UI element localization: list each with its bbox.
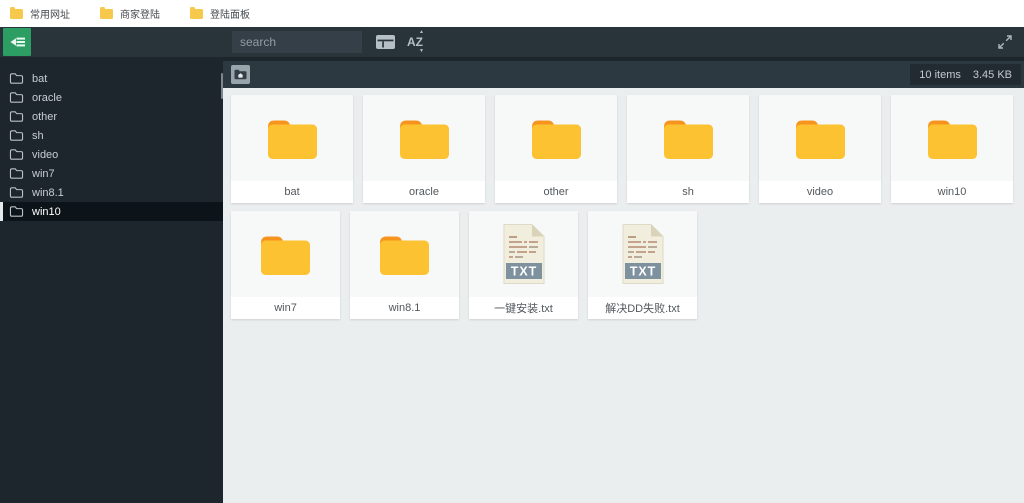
sidebar-item-win7[interactable]: win7 bbox=[0, 164, 223, 183]
sidebar-item-other[interactable]: other bbox=[0, 107, 223, 126]
file-card-icon-area: TXT bbox=[495, 95, 617, 181]
sidebar-item-label: oracle bbox=[32, 91, 62, 104]
home-button[interactable] bbox=[231, 65, 250, 84]
sidebar-item-label: win10 bbox=[32, 205, 61, 218]
folder-outline-icon bbox=[9, 72, 24, 85]
sidebar-item-sh[interactable]: sh bbox=[0, 126, 223, 145]
folder-icon bbox=[924, 116, 981, 160]
search-input[interactable] bbox=[232, 31, 362, 53]
folder-outline-icon bbox=[9, 129, 24, 142]
sort-button[interactable]: AZ ▲ ▼ bbox=[402, 27, 428, 57]
sidebar-item-label: win8.1 bbox=[32, 186, 64, 199]
sidebar-item-oracle[interactable]: oracle bbox=[0, 88, 223, 107]
toggle-sidebar-button[interactable] bbox=[3, 28, 31, 56]
bookmarks-bar: 常用网址 商家登陆 登陆面板 bbox=[0, 0, 1024, 27]
file-card-icon-area: TXT bbox=[350, 211, 459, 297]
bookmark-folder-icon bbox=[100, 6, 113, 19]
sidebar-item-video[interactable]: video bbox=[0, 145, 223, 164]
content-area: 10 items 3.45 KB bat oracle other sh vid… bbox=[223, 57, 1024, 503]
sidebar-item-win8.1[interactable]: win8.1 bbox=[0, 183, 223, 202]
folder-outline-icon bbox=[9, 167, 24, 180]
sidebar-item-bat[interactable]: bat bbox=[0, 69, 223, 88]
file-card-icon-area: TXT bbox=[588, 211, 697, 297]
file-card-label: oracle bbox=[363, 181, 485, 203]
file-card-sh[interactable]: TXT sh bbox=[627, 95, 749, 203]
folder-outline-icon bbox=[9, 91, 24, 104]
file-card-icon-area: TXT bbox=[891, 95, 1013, 181]
file-card-label: win10 bbox=[891, 181, 1013, 203]
sidebar-tree: bat oracle other sh video win7 win8.1 wi… bbox=[0, 57, 223, 503]
file-grid: TXT bat bbox=[223, 88, 1024, 503]
folder-icon bbox=[528, 116, 585, 160]
file-card-icon-area: TXT bbox=[231, 95, 353, 181]
txt-file-icon: TXT bbox=[499, 223, 549, 285]
bookmark-label: 常用网址 bbox=[30, 10, 70, 21]
sidebar-item-label: sh bbox=[32, 129, 44, 142]
svg-text:TXT: TXT bbox=[629, 265, 656, 279]
file-card-bat[interactable]: TXT bat bbox=[231, 95, 353, 203]
items-count: 10 items bbox=[919, 68, 961, 81]
file-card-icon-area: TXT bbox=[627, 95, 749, 181]
file-card-win7[interactable]: TXT win7 bbox=[231, 211, 340, 319]
bookmark-folder-icon bbox=[10, 6, 23, 19]
file-card-label: other bbox=[495, 181, 617, 203]
svg-text:TXT: TXT bbox=[510, 265, 537, 279]
bookmark-label: 商家登陆 bbox=[120, 10, 160, 21]
folder-icon bbox=[376, 232, 433, 276]
collapse-sidebar-icon bbox=[9, 35, 26, 49]
bookmark-item-登陆面板[interactable]: 登陆面板 bbox=[190, 6, 250, 21]
file-card-other[interactable]: TXT other bbox=[495, 95, 617, 203]
bookmark-folder-icon bbox=[190, 6, 203, 19]
sort-az-icon: AZ ▲ ▼ bbox=[407, 29, 424, 54]
file-card-icon-area: TXT bbox=[469, 211, 578, 297]
file-card-label: 解决DD失败.txt bbox=[588, 297, 697, 319]
sidebar-item-label: bat bbox=[32, 72, 48, 85]
file-card-win10[interactable]: TXT win10 bbox=[891, 95, 1013, 203]
sidebar-item-win10[interactable]: win10 bbox=[0, 202, 223, 221]
txt-file-icon: TXT bbox=[618, 223, 668, 285]
folder-icon bbox=[792, 116, 849, 160]
folder-outline-icon bbox=[9, 205, 24, 218]
file-card-win8.1[interactable]: TXT win8.1 bbox=[350, 211, 459, 319]
folder-icon bbox=[257, 232, 314, 276]
view-layout-icon bbox=[375, 35, 395, 49]
fullscreen-button[interactable] bbox=[992, 27, 1018, 57]
sidebar-item-label: win7 bbox=[32, 167, 55, 180]
fullscreen-expand-icon bbox=[997, 34, 1013, 50]
file-card-icon-area: TXT bbox=[363, 95, 485, 181]
file-card-label: win8.1 bbox=[350, 297, 459, 319]
toolbar: AZ▲▼ bbox=[0, 27, 1024, 57]
folder-icon bbox=[660, 116, 717, 160]
folder-outline-icon bbox=[9, 110, 24, 123]
file-card-label: win7 bbox=[231, 297, 340, 319]
bookmark-item-商家登陆[interactable]: 商家登陆 bbox=[100, 6, 160, 21]
folder-icon bbox=[396, 116, 453, 160]
folder-outline-icon bbox=[9, 186, 24, 199]
sidebar-item-label: video bbox=[32, 148, 59, 161]
file-card-icon-area: TXT bbox=[759, 95, 881, 181]
bookmark-item-常用网址[interactable]: 常用网址 bbox=[10, 6, 70, 21]
file-card-label: video bbox=[759, 181, 881, 203]
file-card-label: 一键安装.txt bbox=[469, 297, 578, 319]
sidebar-item-label: other bbox=[32, 110, 58, 123]
file-card-oracle[interactable]: TXT oracle bbox=[363, 95, 485, 203]
view-mode-button[interactable] bbox=[372, 27, 398, 57]
file-card-label: bat bbox=[231, 181, 353, 203]
folder-outline-icon bbox=[9, 148, 24, 161]
file-card-video[interactable]: TXT video bbox=[759, 95, 881, 203]
sidebar-scrollbar-thumb[interactable] bbox=[221, 73, 223, 99]
file-card-label: sh bbox=[627, 181, 749, 203]
home-folder-icon bbox=[234, 69, 247, 80]
total-size: 3.45 KB bbox=[972, 68, 1012, 81]
file-card-一键安装.txt[interactable]: TXT 一键安装.txt bbox=[469, 211, 578, 319]
folder-icon bbox=[264, 116, 321, 160]
file-card-解决DD失败.txt[interactable]: TXT 解决DD失败.txt bbox=[588, 211, 697, 319]
file-card-icon-area: TXT bbox=[231, 211, 340, 297]
path-bar: 10 items 3.45 KB bbox=[223, 61, 1024, 88]
main-area: bat oracle other sh video win7 win8.1 wi… bbox=[0, 57, 1024, 503]
status-summary: 10 items 3.45 KB bbox=[910, 64, 1021, 85]
bookmark-label: 登陆面板 bbox=[210, 10, 250, 21]
